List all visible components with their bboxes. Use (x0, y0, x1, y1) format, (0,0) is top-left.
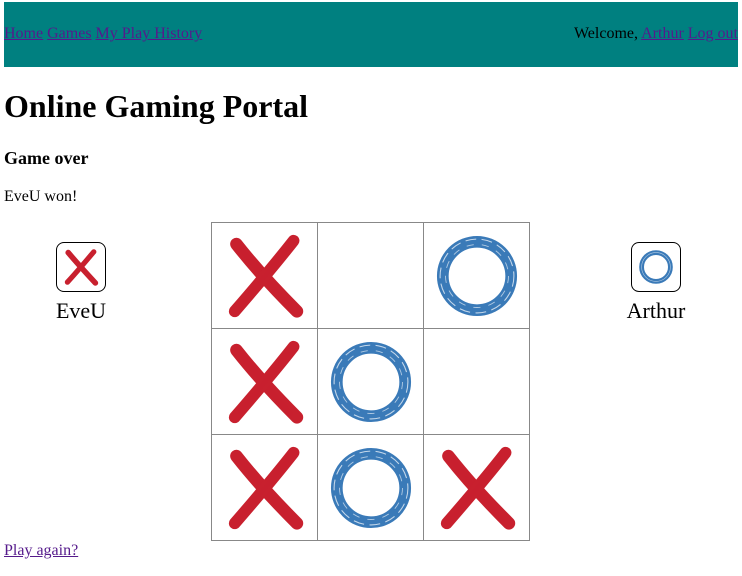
o-mark-icon (330, 447, 411, 528)
board-cell-1[interactable] (318, 223, 424, 329)
o-mark-icon (639, 250, 673, 284)
board-cell-6 (212, 435, 318, 541)
player-right: Arthur (601, 242, 711, 324)
nav-user-area: Welcome, Arthur Log out (574, 25, 738, 43)
x-mark-icon (228, 446, 303, 530)
play-again-link[interactable]: Play again? (4, 541, 78, 561)
player-right-name: Arthur (626, 298, 686, 323)
game-result-text: EveU won! (4, 188, 78, 205)
board-cell-8 (424, 435, 530, 541)
x-mark-icon (440, 446, 515, 530)
player-left-name: EveU (55, 298, 107, 323)
nav-links: Home Games My Play History (4, 25, 202, 43)
board-cell-0 (212, 223, 318, 329)
nav-games-link[interactable]: Games (47, 25, 91, 42)
board-cell-4 (318, 329, 424, 435)
page-title: Online Gaming Portal (4, 88, 308, 124)
board-cell-2 (424, 223, 530, 329)
nav-play-history-link[interactable]: My Play History (96, 25, 203, 42)
o-mark-icon (436, 235, 517, 316)
board-cell-3 (212, 329, 318, 435)
logout-link[interactable]: Log out (688, 25, 738, 42)
user-profile-link[interactable]: Arthur (641, 25, 684, 42)
x-mark-icon (64, 249, 99, 286)
game-board (211, 222, 530, 541)
welcome-text: Welcome, (573, 25, 638, 42)
board-cell-7 (318, 435, 424, 541)
board-cell-5[interactable] (424, 329, 530, 435)
player-left-token (56, 242, 106, 292)
o-mark-icon (330, 341, 411, 422)
player-right-token (631, 242, 681, 292)
x-mark-icon (228, 340, 303, 424)
game-status-heading: Game over (4, 148, 89, 168)
top-navbar: Home Games My Play History Welcome, Arth… (4, 2, 738, 67)
nav-home-link[interactable]: Home (4, 25, 43, 42)
player-left: EveU (26, 242, 136, 324)
x-mark-icon (228, 234, 303, 318)
